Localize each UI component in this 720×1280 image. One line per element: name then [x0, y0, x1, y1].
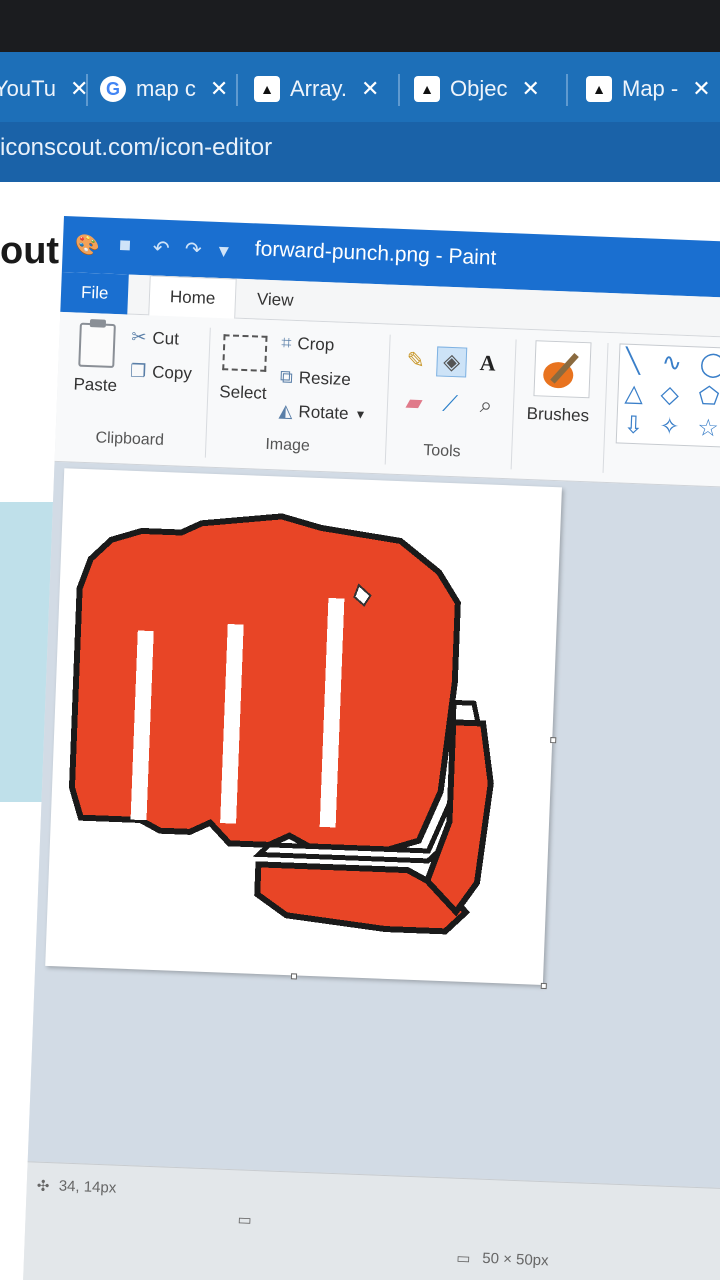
mdn-dino-icon: ▲ — [254, 76, 280, 102]
pentagon-shape-icon[interactable]: ⬠ — [698, 382, 720, 412]
browser-tab-bar: YouTu ✕ G map c ✕ ▲ Array. ✕ ▲ Objec ✕ ▲… — [0, 52, 720, 122]
close-icon[interactable]: ✕ — [692, 76, 710, 102]
select-label: Select — [219, 382, 267, 403]
canvas-resize-handle-corner[interactable] — [540, 982, 547, 990]
home-ribbon: Paste ✂ Cut ❐ Copy Clipboard Select ⌗ Cr… — [54, 311, 720, 489]
crop-label: Crop — [297, 333, 335, 354]
tab-file[interactable]: File — [60, 271, 130, 315]
paint-app-icon[interactable]: 🎨 — [74, 232, 100, 258]
address-bar[interactable]: iconscout.com/icon-editor — [0, 122, 720, 182]
cursor-move-icon: ✣ — [36, 1177, 50, 1196]
close-icon[interactable]: ✕ — [521, 76, 539, 102]
tab-map[interactable]: ▲ Map - ✕ — [586, 62, 711, 116]
tab-google-map[interactable]: G map c ✕ — [100, 62, 228, 116]
paint-window: 🎨 ■ ↶ ↷ ▾ forward-punch.png - Paint File… — [22, 216, 720, 1280]
canvas-resize-handle-right[interactable] — [550, 737, 557, 744]
tab-view[interactable]: View — [236, 279, 314, 322]
tab-object-label: Objec — [450, 76, 508, 101]
triangle-shape-icon[interactable]: △ — [624, 379, 644, 409]
pencil-icon[interactable]: ✎ — [400, 345, 431, 376]
save-icon[interactable]: ■ — [118, 234, 131, 257]
fill-bucket-icon[interactable]: ◈ — [436, 346, 468, 378]
rotate-icon: ◭ — [278, 400, 293, 421]
rotate-button[interactable]: ◭ Rotate ▼ — [278, 400, 367, 424]
google-icon: G — [100, 76, 126, 102]
diamond-shape-icon[interactable]: ◇ — [660, 380, 680, 410]
selection-size-icon: ▭ — [237, 1211, 253, 1229]
tab-array-label: Array. — [290, 76, 348, 101]
resize-label: Resize — [298, 367, 352, 389]
eraser-icon[interactable]: ▰ — [399, 387, 430, 418]
brush-icon[interactable] — [533, 340, 592, 399]
mdn-dino-icon: ▲ — [414, 76, 440, 102]
rotate-label: Rotate — [298, 401, 349, 423]
canvas-workspace[interactable] — [27, 461, 720, 1189]
image-group-label: Image — [265, 435, 311, 455]
resize-icon: ⧉ — [279, 366, 294, 387]
cut-label: Cut — [152, 327, 180, 348]
brushes-button[interactable]: Brushes — [526, 404, 589, 426]
star4-shape-icon[interactable]: ✧ — [659, 412, 680, 442]
clipboard-icon[interactable] — [78, 322, 116, 369]
canvas-resize-handle-bottom[interactable] — [290, 973, 298, 980]
curve-shape-icon[interactable]: ∿ — [661, 348, 682, 378]
text-tool-icon[interactable]: A — [472, 348, 503, 379]
customize-toolbar-icon[interactable]: ▾ — [218, 238, 229, 263]
line-shape-icon[interactable]: ╲ — [625, 347, 641, 377]
cut-button[interactable]: ✂ Cut — [131, 327, 179, 350]
drawing-canvas[interactable] — [45, 468, 562, 985]
oval-shape-icon[interactable]: ◯ — [699, 350, 720, 380]
paste-button[interactable]: Paste — [73, 374, 117, 396]
fist-body — [68, 513, 461, 853]
select-button[interactable]: Select — [219, 382, 267, 404]
tab-separator — [566, 74, 568, 106]
tab-separator — [86, 74, 88, 106]
chevron-down-icon: ▼ — [354, 406, 367, 422]
tab-object[interactable]: ▲ Objec ✕ — [414, 62, 540, 116]
arrow-down-shape-icon[interactable]: ⇩ — [623, 411, 644, 441]
redo-icon[interactable]: ↷ — [184, 237, 202, 263]
resize-button[interactable]: ⧉ Resize — [280, 366, 352, 390]
brushes-label: Brushes — [526, 403, 590, 426]
image-size: 50 × 50px — [481, 1249, 549, 1270]
paste-label: Paste — [73, 374, 118, 396]
copy-button[interactable]: ❐ Copy — [130, 361, 193, 384]
crop-button[interactable]: ⌗ Crop — [281, 332, 335, 355]
cursor-position: 34, 14px — [58, 1177, 117, 1197]
tab-youtube-label: YouTu — [0, 76, 56, 101]
clipboard-group-label: Clipboard — [95, 429, 165, 449]
page-heading-fragment: out — [0, 230, 60, 272]
close-icon[interactable]: ✕ — [210, 76, 228, 102]
scissors-icon: ✂ — [131, 326, 147, 348]
tools-group-label: Tools — [422, 441, 461, 461]
group-separator — [204, 327, 211, 458]
color-picker-icon[interactable]: ⟋ — [435, 388, 466, 419]
tab-home[interactable]: Home — [148, 275, 238, 320]
tab-map-label: Map - — [622, 76, 679, 101]
forward-punch-icon — [68, 513, 494, 935]
group-separator — [510, 339, 517, 470]
crop-icon: ⌗ — [280, 332, 292, 353]
image-size-icon: ▭ — [455, 1249, 471, 1268]
tab-google-map-label: map c — [136, 76, 196, 101]
group-separator — [384, 334, 391, 465]
select-icon[interactable] — [222, 334, 268, 372]
group-separator — [602, 342, 609, 473]
undo-icon[interactable]: ↶ — [152, 235, 170, 261]
star5-shape-icon[interactable]: ☆ — [697, 413, 720, 443]
window-title: forward-punch.png - Paint — [254, 237, 497, 270]
copy-icon: ❐ — [129, 360, 147, 382]
url-text[interactable]: iconscout.com/icon-editor — [0, 134, 272, 162]
copy-label: Copy — [151, 362, 193, 383]
magnifier-icon[interactable]: ⌕ — [470, 390, 501, 421]
tab-array[interactable]: ▲ Array. ✕ — [254, 62, 379, 116]
shapes-gallery: ╲ ∿ ◯ △ ◇ ⬠ ⇩ ✧ ☆ — [615, 343, 720, 449]
tab-youtube[interactable]: YouTu ✕ — [0, 62, 88, 116]
close-icon[interactable]: ✕ — [361, 76, 379, 102]
photo-of-screen: YouTu ✕ G map c ✕ ▲ Array. ✕ ▲ Objec ✕ ▲… — [0, 0, 720, 1280]
tab-separator — [398, 74, 400, 106]
tab-separator — [236, 74, 238, 106]
mdn-dino-icon: ▲ — [586, 76, 612, 102]
